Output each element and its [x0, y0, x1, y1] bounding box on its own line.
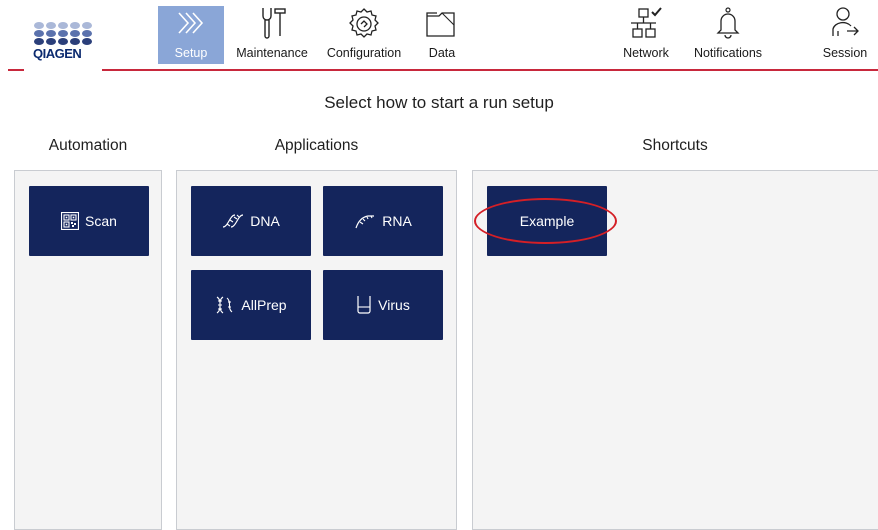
- nav-tab-setup[interactable]: Setup: [158, 6, 224, 64]
- nav-tab-configuration[interactable]: Configuration: [321, 6, 407, 64]
- dna-icon: [223, 214, 244, 228]
- allprep-icon: [217, 296, 233, 314]
- chevrons-right-icon: [178, 12, 204, 34]
- qiagen-logo: QIAGEN: [30, 22, 96, 72]
- nav-tab-label: Setup: [174, 46, 208, 60]
- button-label: Scan: [85, 213, 117, 229]
- page-subtitle: Select how to start a run setup: [324, 93, 554, 112]
- qr-code-icon: [61, 212, 80, 230]
- column-title-applications: Applications: [274, 137, 359, 154]
- logo-text: QIAGEN: [33, 46, 82, 61]
- rna-button[interactable]: RNA: [323, 186, 443, 256]
- tube-icon: [357, 296, 371, 314]
- nav-tab-label: Configuration: [326, 46, 402, 60]
- brand-line: [8, 69, 24, 71]
- gear-icon: [349, 8, 379, 38]
- tools-icon: [262, 8, 286, 39]
- nav-tab-maintenance[interactable]: Maintenance: [230, 6, 314, 64]
- column-title-shortcuts: Shortcuts: [642, 137, 708, 154]
- virus-button[interactable]: Virus: [323, 270, 443, 340]
- nav-tab-network[interactable]: Network: [616, 6, 676, 64]
- example-shortcut-button[interactable]: Example: [487, 186, 607, 256]
- dna-button[interactable]: DNA: [191, 186, 311, 256]
- nav-tab-notifications[interactable]: Notifications: [684, 6, 772, 64]
- logo-dots: [34, 22, 92, 45]
- network-icon: [631, 7, 662, 38]
- top-navigation-bar: QIAGEN Setup Maintenance Configuration D…: [0, 0, 878, 72]
- rna-icon: [355, 215, 375, 229]
- nav-tab-label: Network: [623, 46, 669, 60]
- scan-button[interactable]: Scan: [29, 186, 149, 256]
- nav-tab-label: Maintenance: [236, 46, 308, 60]
- button-label: DNA: [250, 213, 280, 229]
- button-label: Example: [519, 213, 575, 229]
- button-label: RNA: [382, 213, 412, 229]
- brand-line: [102, 69, 878, 71]
- bell-icon: [716, 7, 740, 39]
- nav-tab-label: Notifications: [693, 46, 763, 60]
- nav-tab-session[interactable]: Session: [816, 6, 874, 64]
- user-logout-icon: [832, 7, 859, 36]
- allprep-button[interactable]: AllPrep: [191, 270, 311, 340]
- nav-tab-data[interactable]: Data: [418, 6, 466, 64]
- column-title-automation: Automation: [48, 137, 128, 154]
- button-label: AllPrep: [241, 297, 287, 313]
- nav-tab-label: Data: [428, 46, 456, 60]
- button-label: Virus: [378, 297, 410, 313]
- folder-icon: [426, 12, 455, 37]
- nav-tab-label: Session: [822, 46, 868, 60]
